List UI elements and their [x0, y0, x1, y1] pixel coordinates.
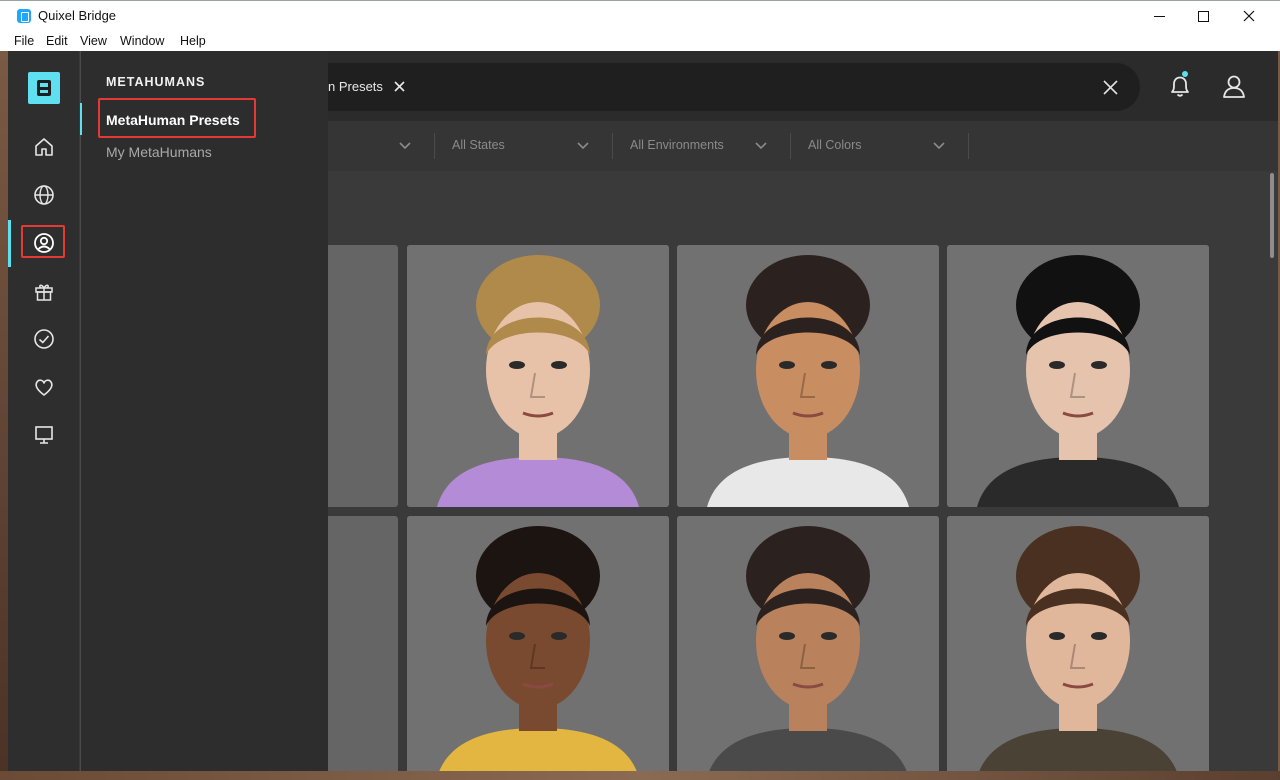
- minimize-icon: [1153, 15, 1165, 17]
- menu-file[interactable]: File: [14, 34, 34, 48]
- preset-portrait: [947, 245, 1209, 507]
- preset-portrait: [677, 245, 939, 507]
- preset-portrait: [677, 516, 939, 771]
- preset-card[interactable]: [947, 516, 1209, 771]
- rail-active-indicator: [8, 220, 11, 267]
- menu-window[interactable]: Window: [120, 34, 164, 48]
- chevron-down-icon: [933, 142, 945, 150]
- preset-card[interactable]: [677, 245, 939, 507]
- filter-caret-partial[interactable]: [398, 139, 412, 153]
- menu-bar: File Edit View Window Help: [0, 30, 1280, 51]
- menu-help[interactable]: Help: [180, 34, 206, 48]
- search-bar-area: n Presets: [328, 51, 1278, 121]
- monitor-icon: [35, 426, 53, 444]
- search-input[interactable]: [328, 63, 1140, 111]
- window-title: Quixel Bridge: [38, 8, 117, 23]
- filter-bar: All States All Environments All Colors: [328, 121, 1278, 171]
- home-icon: [35, 138, 53, 156]
- environments-filter[interactable]: All Environments: [630, 138, 724, 156]
- window-titlebar: Quixel Bridge: [0, 0, 1280, 30]
- bridge-rail-logo-icon[interactable]: [28, 72, 60, 104]
- local-library-button[interactable]: [28, 419, 60, 451]
- preset-card[interactable]: [677, 516, 939, 771]
- globe-button[interactable]: [28, 179, 60, 211]
- chevron-down-icon: [399, 142, 411, 150]
- close-window-button[interactable]: [1226, 1, 1272, 31]
- filter-separator: [612, 133, 613, 159]
- preset-card[interactable]: [947, 245, 1209, 507]
- maximize-icon: [1197, 10, 1209, 22]
- gift-button[interactable]: [28, 275, 60, 307]
- bridge-app: n Presets All States All Environments Al…: [8, 51, 1278, 771]
- maximize-button[interactable]: [1180, 1, 1226, 31]
- home-button[interactable]: [28, 131, 60, 163]
- colors-filter-caret[interactable]: [932, 139, 946, 153]
- notification-dot: [1182, 71, 1188, 77]
- check-circle-icon: [34, 329, 54, 349]
- metahumans-subpanel: METAHUMANS MetaHuman Presets My MetaHuma…: [80, 51, 328, 771]
- colors-filter[interactable]: All Colors: [808, 138, 862, 156]
- filter-separator: [968, 133, 969, 159]
- chevron-down-icon: [577, 142, 589, 150]
- gift-icon: [35, 284, 53, 301]
- profile-button[interactable]: [1220, 71, 1248, 101]
- filter-separator: [790, 133, 791, 159]
- preset-card[interactable]: [407, 245, 669, 507]
- bell-icon: [1171, 76, 1189, 97]
- globe-icon: [34, 185, 54, 205]
- heart-icon: [35, 379, 53, 396]
- filter-separator: [434, 133, 435, 159]
- close-icon: [1243, 10, 1255, 22]
- presets-highlight: [98, 98, 256, 138]
- close-icon: [1102, 79, 1118, 95]
- preset-portrait: [407, 245, 669, 507]
- favorites-button[interactable]: [28, 371, 60, 403]
- subpanel-divider: [80, 51, 81, 771]
- bridge-logo-icon: [17, 9, 31, 23]
- user-icon: [1223, 75, 1245, 98]
- desktop-background-bottom: [0, 771, 1280, 780]
- clear-search-button[interactable]: [1100, 77, 1120, 97]
- preset-card[interactable]: [407, 516, 669, 771]
- preset-card-partial[interactable]: [328, 516, 398, 771]
- subpanel-heading: METAHUMANS: [106, 75, 206, 89]
- main-content: n Presets All States All Environments Al…: [328, 51, 1278, 771]
- states-filter-caret[interactable]: [576, 139, 590, 153]
- search-chip-label: n Presets: [328, 79, 383, 94]
- notifications-button[interactable]: [1166, 71, 1194, 101]
- scroll-thumb[interactable]: [1270, 173, 1274, 258]
- environments-filter-caret[interactable]: [754, 139, 768, 153]
- preset-card-partial[interactable]: [328, 245, 398, 507]
- close-icon: [393, 80, 405, 92]
- downloads-button[interactable]: [28, 323, 60, 355]
- icon-rail: [8, 51, 80, 771]
- metahumans-highlight: [21, 225, 65, 258]
- preset-portrait: [947, 516, 1209, 771]
- content-scrollbar[interactable]: [1266, 171, 1278, 771]
- my-metahumans-item[interactable]: My MetaHumans: [106, 144, 212, 160]
- desktop-background: [0, 51, 8, 780]
- states-filter[interactable]: All States: [452, 138, 505, 156]
- minimize-button[interactable]: [1136, 1, 1182, 31]
- menu-edit[interactable]: Edit: [46, 34, 68, 48]
- subpanel-active-indicator: [80, 103, 82, 135]
- chip-close-button[interactable]: [390, 77, 408, 95]
- menu-view[interactable]: View: [80, 34, 107, 48]
- chevron-down-icon: [755, 142, 767, 150]
- preset-portrait: [407, 516, 669, 771]
